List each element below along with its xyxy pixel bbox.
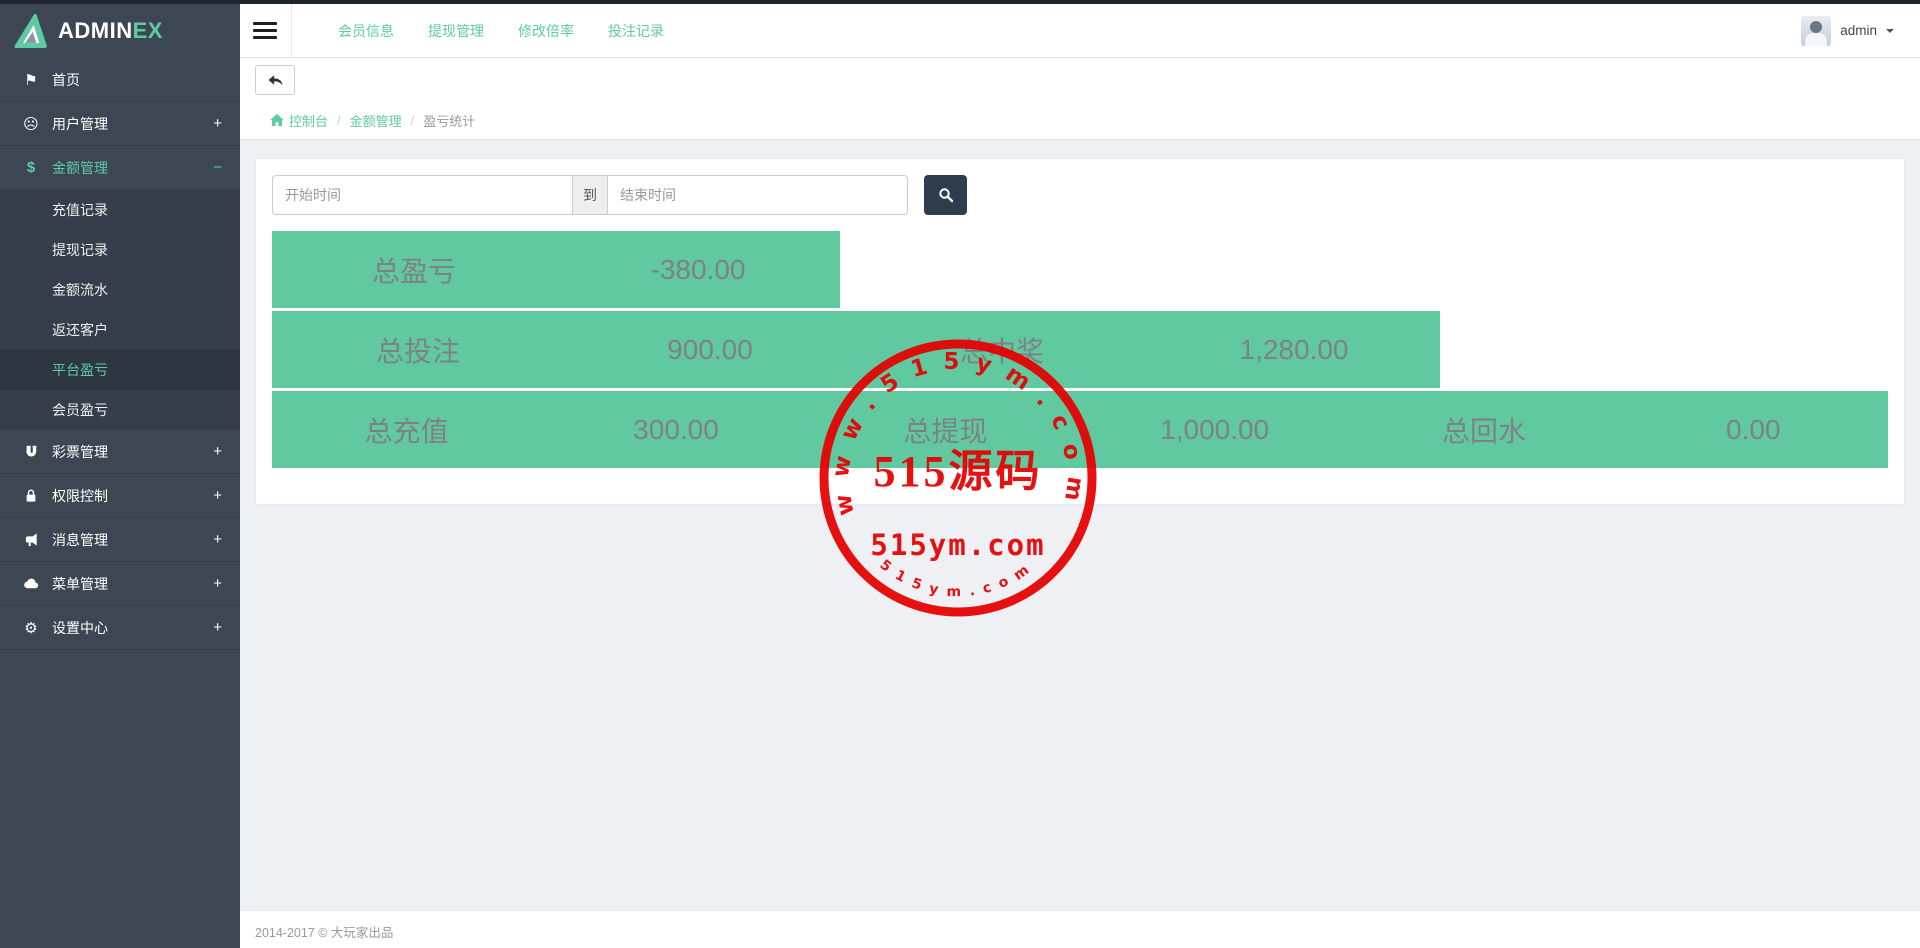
sidebar-item-label: 设置中心	[52, 618, 108, 638]
link-bet-records[interactable]: 投注记录	[608, 21, 664, 41]
profit-stats-table: 总盈亏 -380.00 总投注 900.00 总中奖 1,280.00 总充值 …	[272, 231, 1888, 468]
lock-icon	[20, 488, 42, 503]
sidebar-item-label: 用户管理	[52, 114, 108, 134]
end-time-input[interactable]	[608, 175, 908, 215]
date-filter-form: 到	[272, 175, 1888, 215]
breadcrumb-home[interactable]: 控制台	[270, 111, 328, 130]
money-submenu: 充值记录 提现记录 金额流水 返还客户 平台盈亏 会员盈亏	[0, 190, 240, 430]
search-button[interactable]	[924, 175, 967, 215]
expand-icon: +	[213, 575, 222, 592]
watermark-arc-bottom: 515ym.com	[877, 557, 1040, 600]
expand-icon: +	[213, 619, 222, 636]
page-toolbar	[240, 58, 1920, 102]
sidebar-toggle-button[interactable]	[253, 22, 277, 39]
page-content: 到 总盈亏 -380.00 总投注 900.00 总中奖	[240, 140, 1920, 523]
cloud-icon	[20, 576, 42, 591]
bullhorn-icon	[20, 532, 42, 547]
profit-stats-panel: 到 总盈亏 -380.00 总投注 900.00 总中奖	[255, 158, 1905, 505]
to-label: 到	[572, 175, 608, 215]
magnet-icon	[20, 444, 42, 459]
sidebar-item-label: 权限控制	[52, 486, 108, 506]
stat-label: 总提现	[811, 391, 1080, 468]
quick-links: 会员信息 提现管理 修改倍率 投注记录	[338, 21, 664, 41]
breadcrumb-current: 盈亏统计	[423, 111, 475, 130]
sidebar-item-home[interactable]: ⚑ 首页	[0, 58, 240, 102]
page-footer: 2014-2017 © 大玩家出品	[240, 910, 1920, 948]
back-button[interactable]	[255, 65, 295, 95]
sidebar: ADMINEX ⚑ 首页 ☹ 用户管理 + $ 金额管理 − 充值记录 提现记录…	[0, 0, 240, 948]
app-logo: ADMINEX	[0, 0, 240, 58]
navbar-divider	[291, 4, 292, 57]
brand-a-icon	[14, 14, 48, 48]
main-area: 会员信息 提现管理 修改倍率 投注记录 admin 控制台 / 金额管理 / 盈…	[240, 0, 1920, 948]
breadcrumb-separator: /	[411, 113, 415, 128]
brand-name: ADMINEX	[58, 18, 163, 44]
expand-icon: +	[213, 115, 222, 132]
link-member-info[interactable]: 会员信息	[338, 21, 394, 41]
submenu-item-member-profit[interactable]: 会员盈亏	[0, 390, 240, 430]
chevron-down-icon	[1886, 29, 1894, 33]
submenu-item-recharge-records[interactable]: 充值记录	[0, 190, 240, 230]
stat-label: 总盈亏	[272, 231, 556, 308]
top-navbar: 会员信息 提现管理 修改倍率 投注记录 admin	[240, 0, 1920, 58]
sidebar-item-users[interactable]: ☹ 用户管理 +	[0, 102, 240, 146]
search-icon	[938, 187, 954, 203]
flag-icon: ⚑	[20, 71, 42, 89]
stats-row-bets-wins: 总投注 900.00 总中奖 1,280.00	[272, 311, 1888, 388]
link-modify-odds[interactable]: 修改倍率	[518, 21, 574, 41]
submenu-item-withdraw-records[interactable]: 提现记录	[0, 230, 240, 270]
sidebar-item-label: 彩票管理	[52, 442, 108, 462]
submenu-item-platform-profit[interactable]: 平台盈亏	[0, 350, 240, 390]
sidebar-item-label: 菜单管理	[52, 574, 108, 594]
stat-label: 总中奖	[856, 311, 1148, 388]
username: admin	[1840, 23, 1877, 38]
stat-value: 1,000.00	[1080, 391, 1349, 468]
home-icon	[270, 114, 284, 127]
link-withdraw-management[interactable]: 提现管理	[428, 21, 484, 41]
start-time-input[interactable]	[272, 175, 572, 215]
watermark-domain: 515ym.com	[870, 528, 1045, 562]
copyright-text: 2014-2017 © 大玩家出品	[255, 926, 393, 940]
sidebar-item-menus[interactable]: 菜单管理 +	[0, 562, 240, 606]
stat-value: 300.00	[541, 391, 810, 468]
sidebar-item-permissions[interactable]: 权限控制 +	[0, 474, 240, 518]
undo-arrow-icon	[267, 73, 283, 87]
collapse-icon: −	[213, 159, 222, 176]
submenu-item-money-flow[interactable]: 金额流水	[0, 270, 240, 310]
sidebar-item-lottery[interactable]: 彩票管理 +	[0, 430, 240, 474]
breadcrumb-separator: /	[337, 113, 341, 128]
stat-label: 总充值	[272, 391, 541, 468]
stat-value: -380.00	[556, 231, 840, 308]
stat-label: 总回水	[1349, 391, 1618, 468]
stat-value: 0.00	[1619, 391, 1888, 468]
stats-row-total-profit: 总盈亏 -380.00	[272, 231, 1888, 308]
expand-icon: +	[213, 487, 222, 504]
sidebar-item-label: 金额管理	[52, 158, 108, 178]
expand-icon: +	[213, 443, 222, 460]
dollar-icon: $	[20, 159, 42, 176]
expand-icon: +	[213, 531, 222, 548]
window-top-border	[0, 0, 1920, 4]
sidebar-item-money[interactable]: $ 金额管理 −	[0, 146, 240, 190]
stats-row-recharge-withdraw-rebate: 总充值 300.00 总提现 1,000.00 总回水 0.00	[272, 391, 1888, 468]
user-avatar	[1801, 16, 1831, 46]
gear-icon: ⚙	[20, 619, 42, 637]
sidebar-item-settings[interactable]: ⚙ 设置中心 +	[0, 606, 240, 650]
sidebar-menu: ⚑ 首页 ☹ 用户管理 + $ 金额管理 − 充值记录 提现记录 金额流水 返还…	[0, 58, 240, 650]
sidebar-item-label: 首页	[52, 70, 80, 90]
stat-label: 总投注	[272, 311, 564, 388]
frown-icon: ☹	[20, 115, 42, 133]
stat-value: 900.00	[564, 311, 856, 388]
stat-value: 1,280.00	[1148, 311, 1440, 388]
sidebar-item-messages[interactable]: 消息管理 +	[0, 518, 240, 562]
submenu-item-return-customer[interactable]: 返还客户	[0, 310, 240, 350]
user-menu[interactable]: admin	[1801, 16, 1894, 46]
breadcrumb: 控制台 / 金额管理 / 盈亏统计	[240, 102, 1920, 140]
breadcrumb-money-management[interactable]: 金额管理	[350, 111, 402, 130]
sidebar-item-label: 消息管理	[52, 530, 108, 550]
